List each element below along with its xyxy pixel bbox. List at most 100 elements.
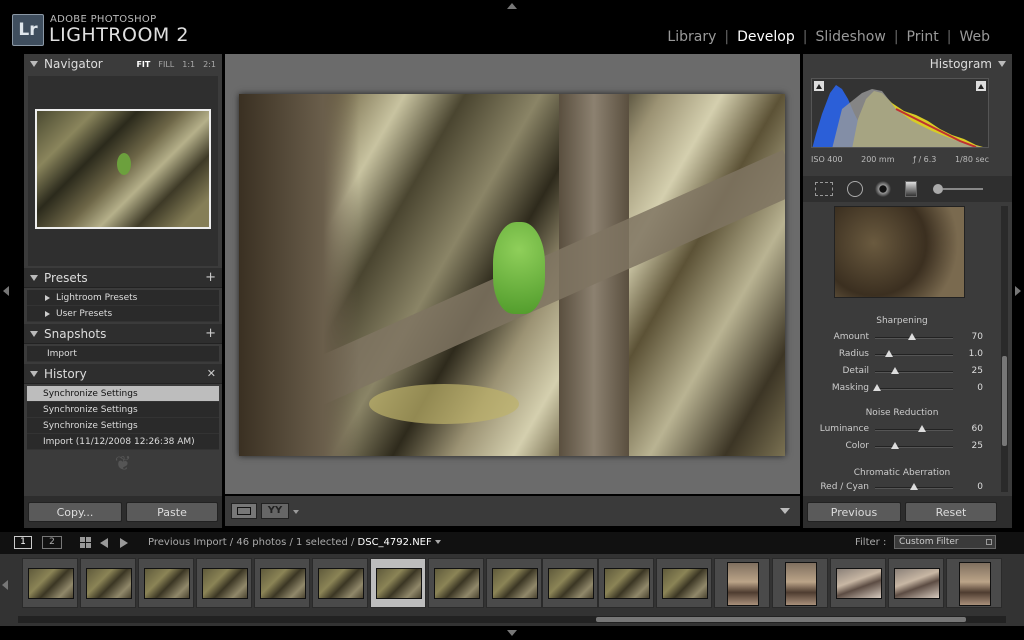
slider-value[interactable]: 60 bbox=[972, 424, 983, 434]
crop-tool-icon[interactable] bbox=[815, 182, 833, 196]
snapshots-header[interactable]: Snapshots + bbox=[24, 324, 222, 344]
module-library[interactable]: Library bbox=[659, 29, 724, 45]
history-item[interactable]: Synchronize Settings bbox=[27, 418, 219, 434]
filmstrip-thumbnail[interactable] bbox=[486, 558, 542, 608]
grid-view-icon[interactable] bbox=[80, 537, 91, 548]
slider-knob[interactable] bbox=[885, 350, 894, 357]
history-header[interactable]: History ✕ bbox=[24, 364, 222, 384]
spot-removal-icon[interactable] bbox=[847, 181, 863, 197]
history-item[interactable]: Synchronize Settings bbox=[27, 402, 219, 418]
before-after-menu-icon[interactable] bbox=[293, 510, 299, 514]
zoom-option[interactable]: 1:1 bbox=[182, 60, 195, 69]
filmstrip-thumbnail[interactable] bbox=[428, 558, 484, 608]
adjustment-brush-icon[interactable] bbox=[933, 182, 985, 196]
module-develop[interactable]: Develop bbox=[729, 29, 803, 45]
add-snapshot-icon[interactable]: + bbox=[205, 326, 216, 341]
bottom-panel-toggle-icon[interactable] bbox=[507, 630, 517, 636]
filmstrip-thumbnail[interactable] bbox=[196, 558, 252, 608]
slider-knob[interactable] bbox=[907, 333, 916, 340]
right-panel-scrollbar[interactable] bbox=[1001, 206, 1008, 492]
filmstrip-thumbnail[interactable] bbox=[138, 558, 194, 608]
right-panel-toggle-icon[interactable] bbox=[1015, 286, 1021, 296]
zoom-option[interactable]: FILL bbox=[158, 60, 174, 69]
screen-2-button[interactable]: 2 bbox=[42, 536, 62, 549]
slider-luminance[interactable]: Luminance 60 bbox=[807, 422, 997, 438]
toolbar-menu-icon[interactable] bbox=[780, 508, 790, 514]
slider-track[interactable] bbox=[875, 388, 953, 390]
filmstrip-left-arrow-icon[interactable] bbox=[2, 580, 8, 590]
detail-preview[interactable] bbox=[834, 206, 965, 298]
filmstrip-thumbnail[interactable] bbox=[830, 558, 886, 608]
filmstrip-thumbnail[interactable] bbox=[22, 558, 78, 608]
reset-button[interactable]: Reset bbox=[905, 502, 997, 522]
filmstrip-thumbnail[interactable] bbox=[946, 558, 1002, 608]
filmstrip-thumbnail[interactable] bbox=[80, 558, 136, 608]
left-panel-toggle-icon[interactable] bbox=[3, 286, 9, 296]
slider-knob[interactable] bbox=[917, 425, 926, 432]
module-print[interactable]: Print bbox=[899, 29, 947, 45]
loupe-view-icon[interactable] bbox=[231, 503, 257, 519]
filter-select[interactable]: Custom Filter bbox=[894, 535, 996, 549]
slider-knob[interactable] bbox=[872, 384, 881, 391]
zoom-option[interactable]: 2:1 bbox=[203, 60, 216, 69]
slider-amount[interactable]: Amount 70 bbox=[807, 330, 997, 346]
filmstrip-thumbnail[interactable] bbox=[312, 558, 368, 608]
scrollbar-thumb[interactable] bbox=[1002, 356, 1007, 446]
image-canvas[interactable] bbox=[225, 54, 800, 494]
presets-header[interactable]: Presets + bbox=[24, 268, 222, 288]
slider-value[interactable]: 1.0 bbox=[969, 349, 983, 359]
filmstrip-scrollbar[interactable] bbox=[18, 616, 1006, 623]
red-eye-icon[interactable] bbox=[875, 181, 891, 197]
slider-radius[interactable]: Radius 1.0 bbox=[807, 347, 997, 363]
filmstrip-thumbnail[interactable] bbox=[656, 558, 712, 608]
copy-button[interactable]: Copy... bbox=[28, 502, 122, 522]
module-web[interactable]: Web bbox=[951, 29, 998, 45]
slider-value[interactable]: 0 bbox=[977, 383, 983, 393]
filmstrip-source[interactable]: Previous Import / 46 photos / 1 selected… bbox=[148, 537, 441, 548]
zoom-option[interactable]: FIT bbox=[136, 60, 150, 69]
top-panel-toggle-icon[interactable] bbox=[507, 3, 517, 9]
previous-button[interactable]: Previous bbox=[807, 502, 901, 522]
back-arrow-icon[interactable] bbox=[100, 538, 108, 548]
filmstrip-thumbnail[interactable] bbox=[888, 558, 944, 608]
slider-value[interactable]: 70 bbox=[972, 332, 983, 342]
slider-value[interactable]: 25 bbox=[972, 366, 983, 376]
histogram-area[interactable] bbox=[811, 78, 989, 148]
highlight-clipping-icon[interactable] bbox=[976, 81, 986, 91]
slider-knob[interactable] bbox=[890, 442, 899, 449]
filmstrip-scroll-thumb[interactable] bbox=[596, 617, 966, 622]
snapshot-item[interactable]: Import bbox=[27, 346, 219, 362]
histogram-header[interactable]: Histogram bbox=[803, 54, 1012, 74]
add-preset-icon[interactable]: + bbox=[205, 270, 216, 285]
history-item[interactable]: Import (11/12/2008 12:26:38 AM) bbox=[27, 434, 219, 450]
filmstrip-thumbnail[interactable] bbox=[714, 558, 770, 608]
clear-history-icon[interactable]: ✕ bbox=[207, 367, 216, 380]
slider-masking[interactable]: Masking 0 bbox=[807, 381, 997, 397]
history-item[interactable]: Synchronize Settings bbox=[27, 386, 219, 402]
preset-folder[interactable]: User Presets bbox=[27, 306, 219, 322]
filmstrip-thumbnail[interactable] bbox=[542, 558, 598, 608]
slider-color[interactable]: Color 25 bbox=[807, 439, 997, 455]
shadow-clipping-icon[interactable] bbox=[814, 81, 824, 91]
navigator-preview[interactable] bbox=[28, 76, 218, 266]
slider-knob[interactable] bbox=[910, 483, 918, 490]
graduated-filter-icon[interactable] bbox=[905, 181, 917, 197]
filmstrip-thumbnail[interactable] bbox=[254, 558, 310, 608]
slider-value[interactable]: 25 bbox=[972, 441, 983, 451]
module-slideshow[interactable]: Slideshow bbox=[807, 29, 893, 45]
slider-track[interactable] bbox=[875, 371, 953, 373]
before-after-icon[interactable]: YY bbox=[261, 503, 289, 519]
screen-1-button[interactable]: 1 bbox=[14, 536, 32, 549]
slider-knob[interactable] bbox=[890, 367, 899, 374]
slider-red-cyan[interactable]: Red / Cyan 0 bbox=[807, 480, 997, 496]
filmstrip-thumbnail[interactable] bbox=[772, 558, 828, 608]
filmstrip-thumbnail[interactable] bbox=[598, 558, 654, 608]
paste-button[interactable]: Paste bbox=[126, 502, 218, 522]
preset-folder[interactable]: Lightroom Presets bbox=[27, 290, 219, 306]
navigator-header[interactable]: Navigator FIT FILL 1:1 2:1 bbox=[24, 54, 222, 74]
slider-detail[interactable]: Detail 25 bbox=[807, 364, 997, 380]
slider-track[interactable] bbox=[875, 429, 953, 431]
slider-track[interactable] bbox=[875, 446, 953, 448]
slider-value[interactable]: 0 bbox=[977, 482, 983, 492]
forward-arrow-icon[interactable] bbox=[120, 538, 128, 548]
